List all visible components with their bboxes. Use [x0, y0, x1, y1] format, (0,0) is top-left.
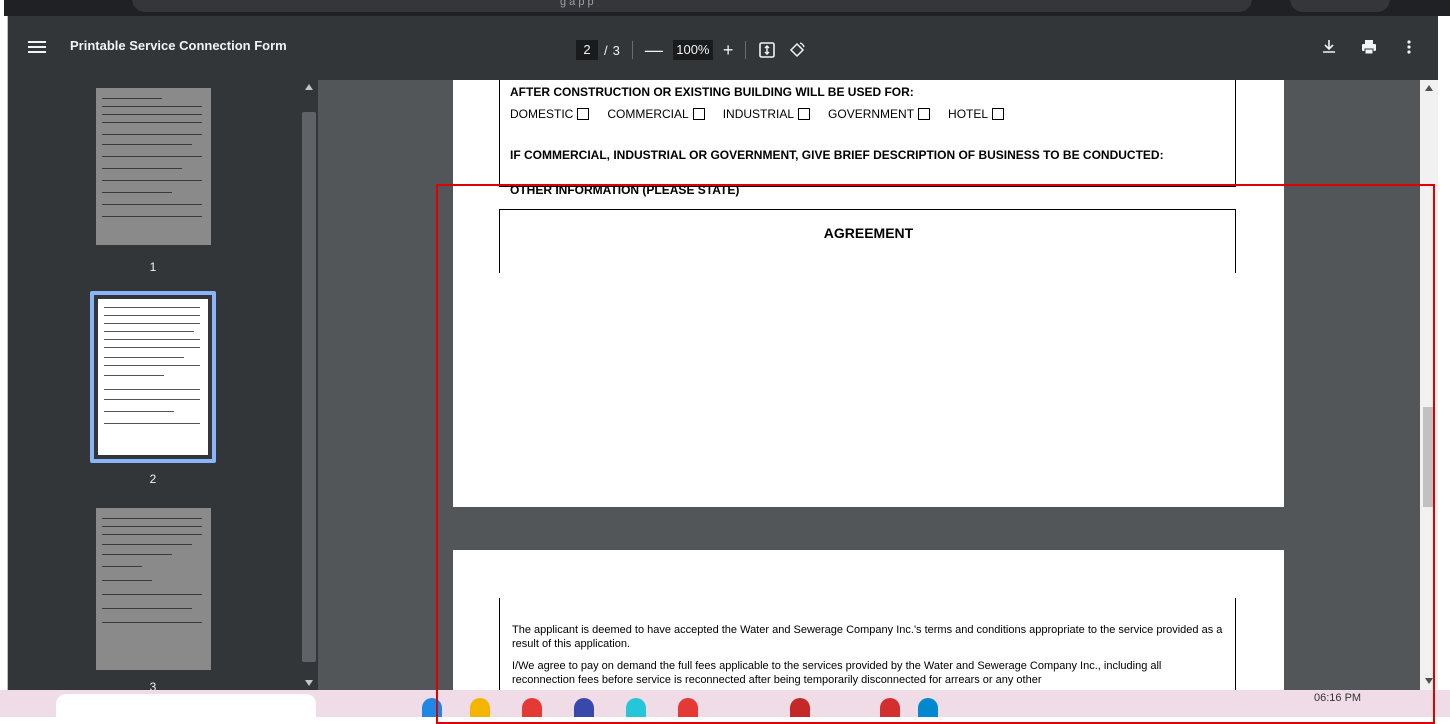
total-pages: 3 [612, 42, 620, 58]
thumbnail-label: 2 [149, 472, 157, 486]
agreement-section: AGREEMENT [499, 209, 1236, 273]
browser-profile-area[interactable] [1290, 0, 1390, 12]
more-vert-icon[interactable] [1400, 38, 1418, 56]
viewer-scroll-thumb[interactable] [1423, 407, 1435, 507]
taskbar-app-icon[interactable] [422, 698, 442, 717]
usage-section: AFTER CONSTRUCTION OR EXISTING BUILDING … [499, 80, 1236, 197]
page-thumbnail-1[interactable] [96, 88, 211, 245]
zoom-level-input[interactable]: 100% [672, 40, 713, 60]
zoom-in-button[interactable]: + [723, 41, 734, 59]
fees-paragraph: I/We agree to pay on demand the full fee… [512, 660, 1162, 686]
agreement-terms-box: The applicant is deemed to have accepted… [499, 598, 1236, 690]
window-left-frame [0, 16, 8, 717]
browser-chrome: g a p p [0, 0, 1450, 16]
usage-option-domestic: DOMESTIC [510, 107, 590, 121]
taskbar-app-icon[interactable] [522, 698, 542, 717]
menu-icon[interactable] [28, 38, 46, 56]
window-right-frame [1438, 16, 1450, 717]
commercial-checkbox[interactable] [692, 108, 705, 120]
usage-option-commercial: COMMERCIAL [607, 107, 705, 121]
thumbnail-sidebar: 1 2 3 [8, 80, 318, 694]
toolbar-divider [745, 41, 747, 59]
agreement-title: AGREEMENT [823, 225, 914, 241]
taskbar-clock[interactable]: 06:16 PM [1314, 692, 1361, 704]
taskbar-app-icon[interactable] [470, 698, 490, 717]
fit-page-icon[interactable] [758, 41, 776, 59]
toolbar-right-actions [1320, 38, 1418, 56]
scroll-up-arrow-icon[interactable] [305, 84, 313, 90]
sidebar-scrollbar[interactable] [300, 80, 318, 690]
page-thumbnail-2[interactable] [98, 299, 208, 455]
usage-heading: AFTER CONSTRUCTION OR EXISTING BUILDING … [510, 85, 914, 99]
government-checkbox[interactable] [918, 108, 931, 120]
other-information-heading: OTHER INFORMATION (PLEASE STATE) [510, 183, 740, 197]
window-edge [0, 0, 4, 16]
thumbnail-label: 1 [149, 260, 157, 274]
sidebar-scroll-thumb[interactable] [302, 112, 316, 662]
taskbar-app-icon[interactable] [678, 698, 698, 717]
taskbar-search-box[interactable] [56, 694, 316, 717]
taskbar-app-icon[interactable] [626, 698, 646, 717]
taskbar-app-icon[interactable] [574, 698, 594, 717]
pdf-page-3: The applicant is deemed to have accepted… [453, 550, 1284, 690]
business-description-heading: IF COMMERCIAL, INDUSTRIAL OR GOVERNMENT,… [510, 148, 1164, 162]
scroll-down-arrow-icon[interactable] [1425, 678, 1433, 684]
download-icon[interactable] [1320, 38, 1338, 56]
page-separator: / [604, 42, 608, 58]
industrial-checkbox[interactable] [798, 108, 811, 120]
scroll-up-arrow-icon[interactable] [1425, 85, 1433, 91]
usage-option-government: GOVERNMENT [828, 107, 931, 121]
taskbar-app-icon[interactable] [790, 698, 810, 717]
terms-paragraph: The applicant is deemed to have accepted… [512, 624, 1223, 650]
hotel-checkbox[interactable] [992, 108, 1005, 120]
usage-option-industrial: INDUSTRIAL [723, 107, 811, 121]
viewer-scrollbar[interactable] [1420, 80, 1438, 690]
pdf-page-2: AFTER CONSTRUCTION OR EXISTING BUILDING … [453, 80, 1284, 507]
pdf-viewer: AFTER CONSTRUCTION OR EXISTING BUILDING … [318, 80, 1420, 690]
usage-options: DOMESTIC COMMERCIAL INDUSTRIAL GOVERNMEN… [510, 107, 1005, 121]
page-thumbnail-2-selected[interactable] [90, 291, 216, 463]
toolbar-divider [631, 41, 633, 59]
os-taskbar: 06:16 PM [0, 690, 1450, 717]
page-thumbnail-3[interactable] [96, 508, 211, 670]
pdf-toolbar: Printable Service Connection Form 2 / 3 … [8, 16, 1438, 80]
usage-option-hotel: HOTEL [948, 107, 1005, 121]
rotate-icon[interactable] [788, 41, 806, 59]
zoom-out-button[interactable]: — [645, 41, 663, 59]
address-bar[interactable] [132, 0, 1252, 12]
address-bar-text: g a p p [560, 0, 594, 8]
domestic-checkbox[interactable] [577, 108, 590, 120]
taskbar-app-icon[interactable] [918, 698, 938, 717]
taskbar-app-icon[interactable] [880, 698, 900, 717]
scroll-down-arrow-icon[interactable] [305, 680, 313, 686]
document-title: Printable Service Connection Form [70, 38, 287, 53]
print-icon[interactable] [1360, 38, 1378, 56]
page-navigation: 2 / 3 — 100% + [576, 40, 818, 60]
page-number-input[interactable]: 2 [576, 40, 598, 60]
